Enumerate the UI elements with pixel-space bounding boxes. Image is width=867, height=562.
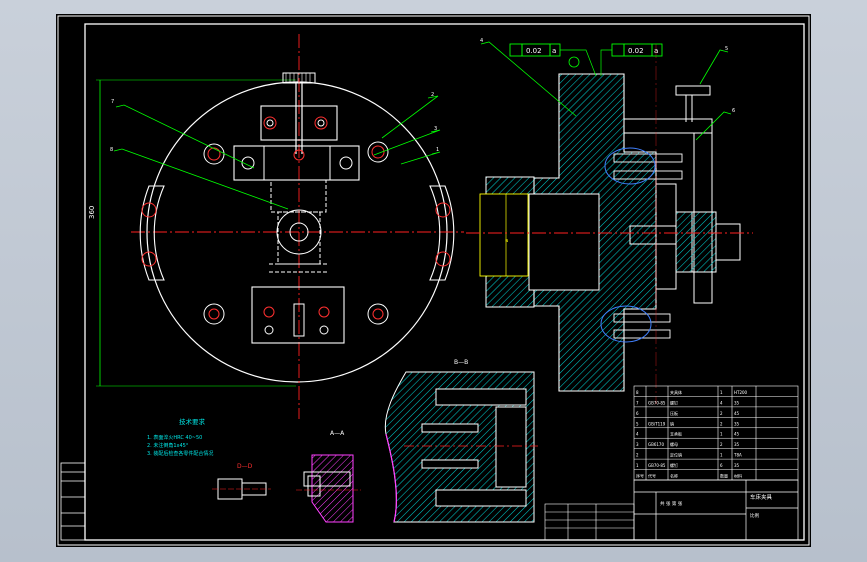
balloon-6: 6	[732, 108, 735, 114]
parts-cell-mat: 35	[734, 400, 740, 405]
sheet-label: 共 张 第 张	[660, 500, 683, 507]
parts-cell-code: GB70-85	[648, 400, 666, 405]
section-a-view: A—A	[296, 430, 361, 523]
plan-leaders	[113, 95, 441, 210]
clamp-arm	[623, 118, 713, 134]
parts-cell-no: 7	[636, 400, 639, 405]
datum-marker	[568, 56, 580, 68]
tech-note-1: 1. 表面淬火HRC 40~50	[147, 434, 202, 441]
parts-cell-no: 8	[636, 390, 639, 395]
workpiece-section	[675, 211, 717, 273]
parts-cell-qty: 1	[720, 390, 723, 395]
spindle-nose	[479, 193, 529, 277]
section-a-label: A—A	[330, 430, 345, 437]
parts-cell-mat: 45	[734, 411, 740, 416]
scale-label: 比例	[750, 512, 759, 519]
tech-note-3: 3. 装配后检查各零件配合情况	[147, 450, 213, 457]
parts-cell-name: 压板	[670, 410, 678, 416]
hub-bore	[528, 193, 600, 291]
section-d-view: D—D	[212, 463, 271, 500]
parts-cell-qty: 4	[720, 400, 723, 405]
parts-cell-qty: 2	[720, 442, 723, 447]
side-stamp-block	[60, 462, 86, 541]
parts-cell-code: GB/T119	[648, 421, 666, 426]
parts-cell-name: 螺钉	[670, 399, 678, 405]
section-view: ⌀ 0.02 a 0.02 a 4 5 6	[466, 38, 753, 404]
tolerance-frame-right: 0.02 a	[600, 43, 663, 76]
drawing-sheet: 360 7 8 2 3 1 ⌀ 0.02 a 0.02 a 4 5 6 B—B …	[57, 15, 810, 546]
parts-header-cell: 代号	[648, 473, 656, 479]
tolerance-right-value: 0.02	[628, 47, 644, 55]
parts-cell-mat: 35	[734, 442, 740, 447]
parts-cell-name: 销	[670, 420, 674, 426]
parts-list-rows: 8 夹具体 1 HT200 7 GB70-85 螺钉 4 35 6 压板 2 45 5 GB/T119 销 2 3…	[634, 389, 798, 479]
balloon-3: 3	[434, 126, 437, 132]
parts-cell-qty: 1	[720, 432, 723, 437]
side-knob	[675, 85, 711, 96]
parts-cell-no: 6	[636, 411, 639, 416]
parts-cell-qty: 1	[720, 453, 723, 458]
drawing-name: 车床夹具	[750, 493, 773, 501]
section-b-label: B—B	[454, 359, 468, 366]
parts-cell-no: 4	[636, 432, 639, 437]
tolerance-left-datum: a	[552, 47, 556, 55]
parts-cell-code: GB70-85	[648, 463, 666, 468]
cad-drawing-canvas[interactable]: 360 7 8 2 3 1 ⌀ 0.02 a 0.02 a 4 5 6 B—B …	[56, 14, 811, 547]
left-arc-slot	[139, 185, 165, 281]
parts-cell-name: 支承板	[670, 431, 682, 437]
parts-header-cell: 名称	[670, 473, 678, 479]
parts-cell-qty: 6	[720, 463, 723, 468]
parts-cell-name: 夹具体	[670, 389, 682, 395]
locating-hole-right	[367, 141, 389, 163]
balloon-1: 1	[436, 147, 439, 153]
tech-note-2: 2. 未注倒角1x45°	[147, 442, 189, 449]
parts-cell-no: 1	[636, 463, 639, 468]
tolerance-left-value: 0.02	[526, 47, 542, 55]
parts-header-cell: 数量	[720, 473, 728, 479]
parts-cell-mat: 35	[734, 421, 740, 426]
parts-cell-no: 3	[636, 442, 639, 447]
parts-cell-mat: HT200	[734, 390, 748, 395]
lower-title-strip	[544, 503, 635, 541]
parts-cell-mat: 45	[734, 432, 740, 437]
locating-hole-left	[203, 143, 225, 165]
balloon-2: 2	[431, 92, 434, 98]
balloon-5: 5	[725, 46, 728, 52]
parts-cell-code: GB6170	[648, 442, 664, 447]
technical-requirements: 技术要求 1. 表面淬火HRC 40~50 2. 未注倒角1x45° 3. 装配…	[147, 417, 213, 457]
parts-cell-mat: T8A	[733, 453, 742, 458]
parts-cell-mat: 35	[734, 463, 740, 468]
balloon-7: 7	[111, 99, 114, 105]
parts-cell-name: 螺钉	[670, 462, 678, 468]
balloon-4: 4	[480, 38, 483, 44]
parts-cell-no: 2	[636, 453, 639, 458]
parts-cell-qty: 2	[720, 421, 723, 426]
diameter-dimension-text: 360	[88, 206, 96, 219]
bottom-support-block	[251, 286, 345, 344]
parts-cell-qty: 2	[720, 411, 723, 416]
tech-notes-title: 技术要求	[179, 417, 206, 426]
parts-cell-no: 5	[636, 421, 639, 426]
parts-header-cell: 材料	[734, 473, 742, 479]
balloon-8: 8	[110, 147, 113, 153]
workpiece-hidden	[270, 179, 327, 213]
section-d-label: D—D	[237, 463, 253, 470]
tolerance-right-datum: a	[654, 47, 658, 55]
parts-header-cell: 序号	[636, 473, 644, 479]
title-block	[633, 479, 799, 541]
plan-view: 360 7 8 2 3 1	[88, 34, 464, 419]
spindle-label: ⌀	[504, 239, 510, 242]
parts-cell-name: 螺母	[670, 441, 678, 447]
parts-cell-name: 定位销	[670, 452, 682, 458]
section-b-view: B—B	[384, 359, 538, 523]
section-a-body	[311, 454, 354, 523]
